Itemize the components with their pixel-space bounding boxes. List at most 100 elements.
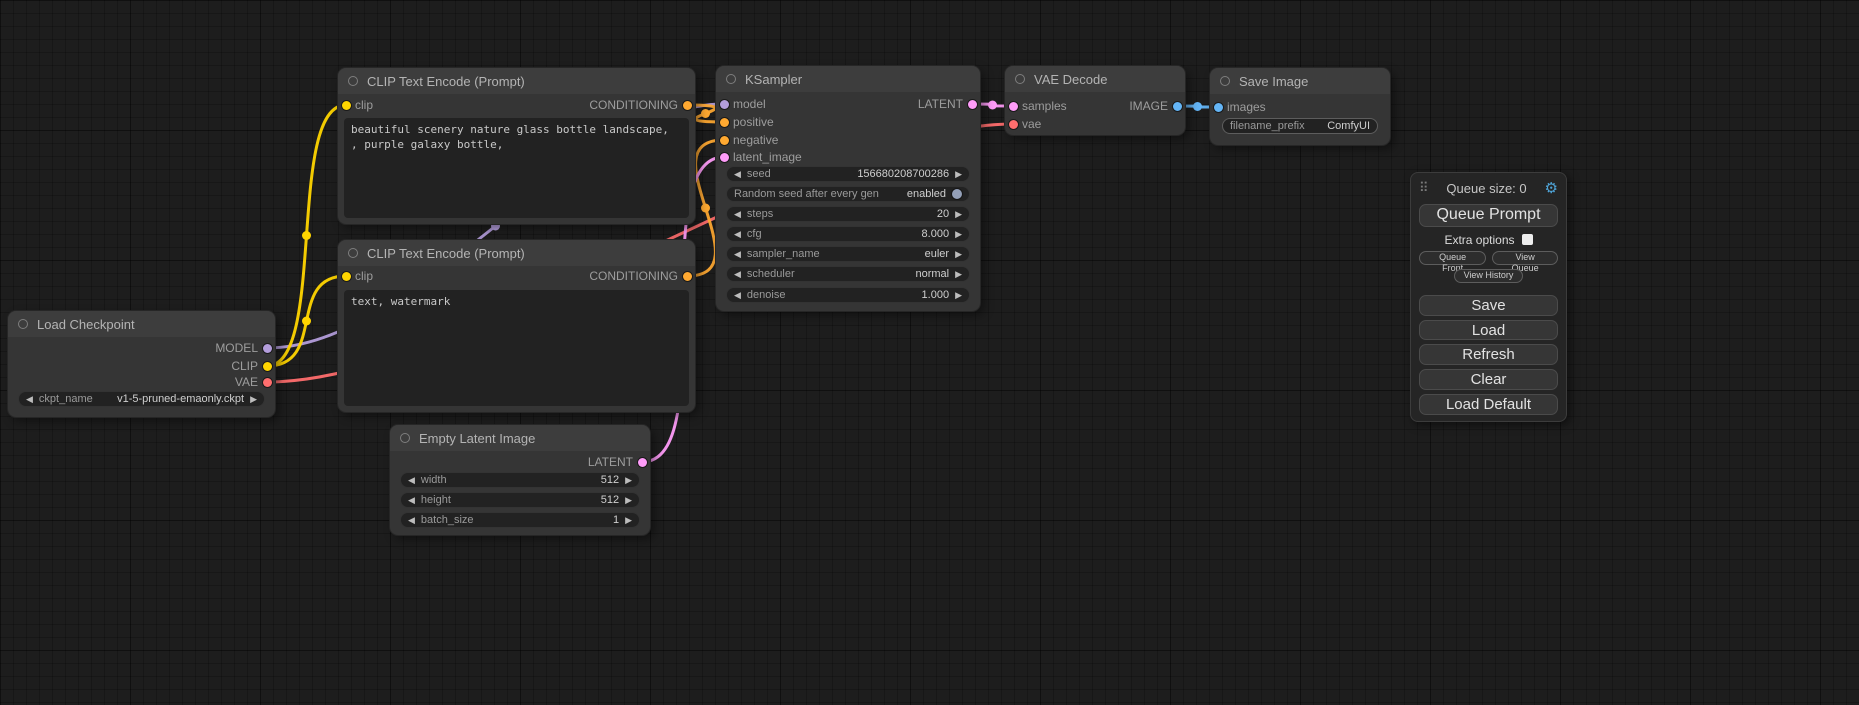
steps-widget[interactable]: ◀ steps 20 ▶: [726, 206, 970, 222]
increment-arrow-icon[interactable]: ▶: [625, 496, 632, 505]
slot-label-clip: CLIP: [231, 359, 258, 373]
vae-input-slot[interactable]: [1009, 120, 1018, 129]
filename-prefix-widget[interactable]: filename_prefix ComfyUI: [1222, 118, 1378, 134]
collapse-dot-icon[interactable]: [18, 319, 28, 329]
node-ksampler[interactable]: KSampler model positive negative latent_…: [716, 66, 980, 311]
prompt-textarea[interactable]: text, watermark: [344, 290, 689, 406]
width-widget[interactable]: ◀ width 512 ▶: [400, 472, 640, 488]
images-input-slot[interactable]: [1214, 103, 1223, 112]
negative-input-slot[interactable]: [720, 136, 729, 145]
latent-output-slot[interactable]: [968, 100, 977, 109]
gear-icon[interactable]: ⚙: [1545, 179, 1558, 197]
widget-label: width: [421, 474, 447, 486]
queue-prompt-button[interactable]: Queue Prompt: [1419, 204, 1558, 227]
decrement-arrow-icon[interactable]: ◀: [734, 250, 741, 259]
increment-arrow-icon[interactable]: ▶: [250, 395, 257, 404]
node-title-bar[interactable]: KSampler: [716, 66, 980, 92]
increment-arrow-icon[interactable]: ▶: [955, 291, 962, 300]
vae-output-slot[interactable]: [263, 378, 272, 387]
slot-row: IMAGE: [1129, 97, 1185, 115]
collapse-dot-icon[interactable]: [726, 74, 736, 84]
image-output-slot[interactable]: [1173, 102, 1182, 111]
widget-label: Random seed after every gen: [734, 188, 879, 200]
node-title-bar[interactable]: CLIP Text Encode (Prompt): [338, 68, 695, 94]
conditioning-output-slot[interactable]: [683, 101, 692, 110]
slot-row: CONDITIONING: [589, 96, 695, 114]
increment-arrow-icon[interactable]: ▶: [955, 210, 962, 219]
latent-output-slot[interactable]: [638, 458, 647, 467]
decrement-arrow-icon[interactable]: ◀: [734, 210, 741, 219]
widget-value: 512: [601, 494, 619, 506]
view-history-button[interactable]: View History: [1454, 269, 1524, 283]
toggle-knob-icon[interactable]: [952, 189, 962, 199]
decrement-arrow-icon[interactable]: ◀: [408, 516, 415, 525]
decrement-arrow-icon[interactable]: ◀: [408, 496, 415, 505]
latent-image-input-slot[interactable]: [720, 153, 729, 162]
node-title-bar[interactable]: Load Checkpoint: [8, 311, 275, 337]
slot-row: vae: [1005, 115, 1041, 133]
increment-arrow-icon[interactable]: ▶: [955, 270, 962, 279]
increment-arrow-icon[interactable]: ▶: [955, 230, 962, 239]
collapse-dot-icon[interactable]: [348, 76, 358, 86]
model-input-slot[interactable]: [720, 100, 729, 109]
model-output-slot[interactable]: [263, 344, 272, 353]
queue-controls-row: Queue Front View Queue: [1419, 251, 1558, 265]
node-load-checkpoint[interactable]: Load Checkpoint MODEL CLIP VAE ◀ ckpt_na…: [8, 311, 275, 417]
prompt-textarea[interactable]: beautiful scenery nature glass bottle la…: [344, 118, 689, 218]
node-empty-latent-image[interactable]: Empty Latent Image LATENT ◀ width 512 ▶ …: [390, 425, 650, 535]
load-default-button[interactable]: Load Default: [1419, 394, 1558, 415]
collapse-dot-icon[interactable]: [1015, 74, 1025, 84]
collapse-dot-icon[interactable]: [400, 433, 410, 443]
node-save-image[interactable]: Save Image images filename_prefix ComfyU…: [1210, 68, 1390, 145]
node-title-bar[interactable]: Empty Latent Image: [390, 425, 650, 451]
conditioning-output-slot[interactable]: [683, 272, 692, 281]
node-title: Empty Latent Image: [419, 431, 535, 446]
decrement-arrow-icon[interactable]: ◀: [26, 395, 33, 404]
increment-arrow-icon[interactable]: ▶: [955, 170, 962, 179]
node-vae-decode[interactable]: VAE Decode samples vae IMAGE: [1005, 66, 1185, 135]
ckpt-name-widget[interactable]: ◀ ckpt_name v1-5-pruned-emaonly.ckpt ▶: [18, 391, 265, 407]
sampler-name-widget[interactable]: ◀ sampler_name euler ▶: [726, 246, 970, 262]
extra-options-checkbox[interactable]: [1522, 234, 1533, 245]
clip-output-slot[interactable]: [263, 362, 272, 371]
save-button[interactable]: Save: [1419, 295, 1558, 316]
increment-arrow-icon[interactable]: ▶: [955, 250, 962, 259]
slot-label-model: MODEL: [215, 341, 258, 355]
node-title-bar[interactable]: VAE Decode: [1005, 66, 1185, 92]
increment-arrow-icon[interactable]: ▶: [625, 476, 632, 485]
decrement-arrow-icon[interactable]: ◀: [734, 170, 741, 179]
widget-value: 1.000: [922, 289, 950, 301]
random-seed-toggle-widget[interactable]: Random seed after every gen enabled: [726, 186, 970, 202]
node-title: KSampler: [745, 72, 802, 87]
drag-handle-icon[interactable]: ⠿: [1419, 180, 1429, 196]
collapse-dot-icon[interactable]: [1220, 76, 1230, 86]
node-title-bar[interactable]: Save Image: [1210, 68, 1390, 94]
node-title-bar[interactable]: CLIP Text Encode (Prompt): [338, 240, 695, 266]
height-widget[interactable]: ◀ height 512 ▶: [400, 492, 640, 508]
denoise-widget[interactable]: ◀ denoise 1.000 ▶: [726, 287, 970, 303]
clip-input-slot[interactable]: [342, 272, 351, 281]
wire-clip-positive-midpoint: [302, 231, 311, 240]
slot-row: clip: [338, 96, 373, 114]
node-graph-canvas[interactable]: Load Checkpoint MODEL CLIP VAE ◀ ckpt_na…: [0, 0, 1859, 705]
clear-button[interactable]: Clear: [1419, 369, 1558, 390]
node-clip-text-encode-positive[interactable]: CLIP Text Encode (Prompt) clip CONDITION…: [338, 68, 695, 224]
collapse-dot-icon[interactable]: [348, 248, 358, 258]
cfg-widget[interactable]: ◀ cfg 8.000 ▶: [726, 226, 970, 242]
queue-front-button[interactable]: Queue Front: [1419, 251, 1486, 265]
decrement-arrow-icon[interactable]: ◀: [734, 230, 741, 239]
samples-input-slot[interactable]: [1009, 102, 1018, 111]
seed-widget[interactable]: ◀ seed 156680208700286 ▶: [726, 166, 970, 182]
refresh-button[interactable]: Refresh: [1419, 344, 1558, 365]
decrement-arrow-icon[interactable]: ◀: [734, 270, 741, 279]
positive-input-slot[interactable]: [720, 118, 729, 127]
node-clip-text-encode-negative[interactable]: CLIP Text Encode (Prompt) clip CONDITION…: [338, 240, 695, 412]
view-queue-button[interactable]: View Queue: [1492, 251, 1558, 265]
scheduler-widget[interactable]: ◀ scheduler normal ▶: [726, 266, 970, 282]
increment-arrow-icon[interactable]: ▶: [625, 516, 632, 525]
decrement-arrow-icon[interactable]: ◀: [734, 291, 741, 300]
clip-input-slot[interactable]: [342, 101, 351, 110]
load-button[interactable]: Load: [1419, 320, 1558, 341]
decrement-arrow-icon[interactable]: ◀: [408, 476, 415, 485]
batch-size-widget[interactable]: ◀ batch_size 1 ▶: [400, 512, 640, 528]
